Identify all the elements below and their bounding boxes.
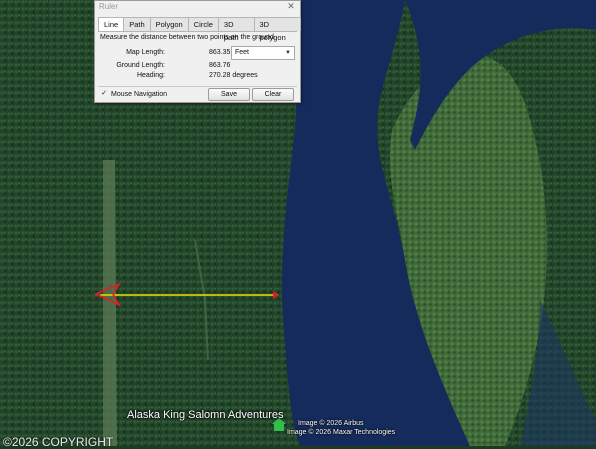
map-length-label: Map Length: [126, 49, 165, 56]
tab-circle[interactable]: Circle [187, 17, 219, 31]
chevron-down-icon: ▼ [285, 50, 291, 56]
tab-path[interactable]: Path [123, 17, 151, 31]
tab-panel-border [98, 31, 297, 32]
heading-label: Heading: [136, 72, 165, 79]
place-label[interactable]: Alaska King Salomn Adventures [127, 409, 284, 421]
imagery-attribution-maxar: Image © 2026 Maxar Technologies [287, 429, 396, 436]
ruler-description: Measure the distance between two points … [100, 34, 274, 41]
tab-polygon[interactable]: Polygon [149, 17, 189, 31]
copyright-notice: ©2026 COPYRIGHT [3, 435, 114, 449]
heading-value: 270.28 degrees [209, 72, 258, 79]
mouse-navigation-checkbox[interactable]: ✓ [100, 90, 108, 98]
unit-select[interactable]: Feet ▼ [231, 46, 295, 60]
tab-3d-path[interactable]: 3D path [217, 17, 255, 42]
unit-select-value: Feet [235, 49, 250, 56]
mouse-navigation-label: Mouse Navigation [111, 91, 168, 98]
save-button[interactable]: Save [208, 88, 250, 101]
ground-length-label: Ground Length: [116, 62, 165, 69]
ground-length-value: 863.76 [209, 62, 231, 69]
tab-line[interactable]: Line [98, 17, 125, 32]
ruler-tabs: Line Path Polygon Circle 3D path 3D poly… [98, 17, 301, 42]
map-length-value: 863.35 [209, 49, 231, 56]
tab-3d-polygon[interactable]: 3D polygon [253, 17, 301, 42]
footer-divider [98, 86, 297, 87]
imagery-attribution-airbus: Image © 2026 Airbus [298, 420, 364, 427]
clear-button[interactable]: Clear [252, 88, 294, 101]
dialog-title: Ruler [99, 2, 119, 11]
ruler-dialog: Ruler ✕ Line Path Polygon Circle 3D path… [94, 0, 301, 103]
close-icon[interactable]: ✕ [285, 1, 297, 12]
